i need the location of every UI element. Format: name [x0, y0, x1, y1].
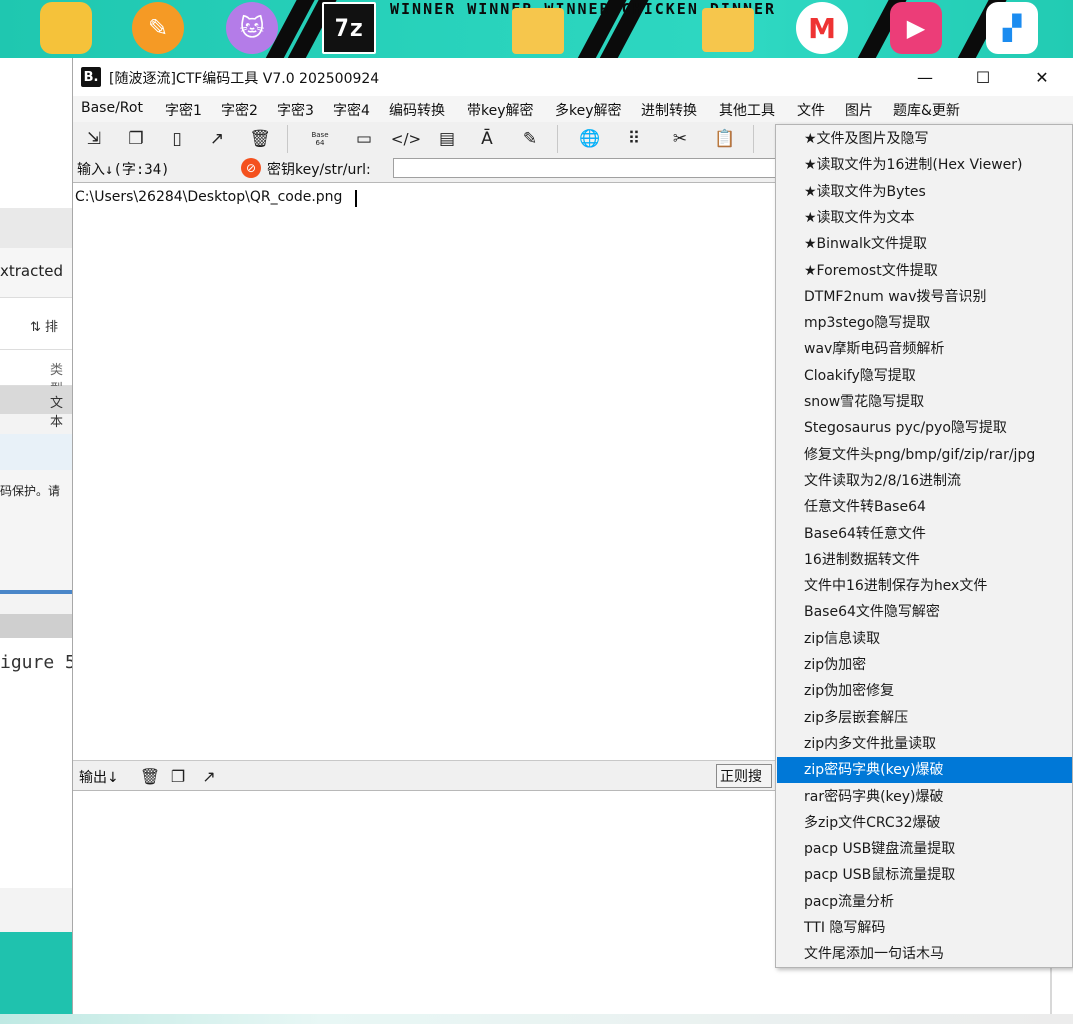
desktop-wallpaper: WINNER WINNER WINNER CHICKEN DINNER ✎ 🐱 …	[0, 0, 1073, 58]
key-label: 密钥key/str/url:	[267, 162, 371, 178]
background-window: xtracted ⇅ 排 类型 文本 码保护。请 igure 5	[0, 58, 72, 1024]
key-input[interactable]	[393, 158, 793, 178]
output-label: 输出↓	[79, 770, 119, 786]
bg-text: xtracted	[0, 262, 63, 280]
maximize-button[interactable]: ☐	[954, 58, 1012, 96]
menu-other-tools[interactable]: 其他工具	[719, 100, 775, 120]
menu-item-18[interactable]: Base64文件隐写解密	[777, 599, 1072, 625]
paste-icon[interactable]: ▯	[164, 126, 190, 152]
7zip-icon[interactable]: 7z	[322, 2, 376, 54]
input-label: 输入↓(字:34)	[77, 162, 170, 178]
edit-icon[interactable]: ✎	[517, 126, 543, 152]
toolbar-separator	[557, 125, 558, 153]
table-icon[interactable]: ▤	[434, 126, 460, 152]
menu-item-30[interactable]: TTI 隐写解码	[777, 915, 1072, 941]
menu-item-3[interactable]: ★读取文件为文本	[777, 205, 1072, 231]
bg-figure-text: igure 5	[0, 652, 72, 673]
copy-icon[interactable]: ❐	[123, 126, 149, 152]
m-app-icon[interactable]: M	[796, 2, 848, 54]
menu-item-0[interactable]: ★文件及图片及隐写	[777, 126, 1072, 152]
menu-zimi1[interactable]: 字密1	[165, 100, 202, 120]
menu-item-22[interactable]: zip多层嵌套解压	[777, 705, 1072, 731]
share-icon[interactable]: ↗	[198, 766, 220, 786]
menu-item-9[interactable]: Cloakify隐写提取	[777, 363, 1072, 389]
menu-zimi4[interactable]: 字密4	[333, 100, 370, 120]
taskbar-edge	[0, 1014, 1073, 1024]
menu-item-21[interactable]: zip伪加密修复	[777, 678, 1072, 704]
close-button[interactable]: ✕	[1013, 58, 1071, 96]
key-icon: ⊘	[241, 158, 261, 178]
pen-icon[interactable]: ✎	[132, 2, 184, 54]
share-icon[interactable]: ↗	[204, 126, 230, 152]
grid-icon[interactable]: ⠿	[621, 126, 647, 152]
menu-item-14[interactable]: 任意文件转Base64	[777, 494, 1072, 520]
menu-item-13[interactable]: 文件读取为2/8/16进制流	[777, 468, 1072, 494]
menu-file[interactable]: 文件	[797, 100, 825, 120]
file-menu-dropdown: ★文件及图片及隐写 ★读取文件为16进制(Hex Viewer) ★读取文件为Byt…	[775, 124, 1073, 968]
clipboard-icon[interactable]: 📋	[712, 126, 738, 152]
menu-item-24[interactable]: zip密码字典(key)爆破	[777, 757, 1072, 784]
menu-item-26[interactable]: 多zip文件CRC32爆破	[777, 810, 1072, 836]
menu-item-5[interactable]: ★Foremost文件提取	[777, 258, 1072, 284]
regex-search-button[interactable]: 正则搜	[716, 764, 772, 788]
menu-encoding[interactable]: 编码转换	[389, 100, 445, 120]
import-icon[interactable]: ⇲	[81, 126, 107, 152]
play-app-icon[interactable]: ▶	[890, 2, 942, 54]
title-bar[interactable]: B. [随波逐流]CTF编码工具 V7.0 202500924 — ☐ ✕	[73, 58, 1073, 96]
menu-item-16[interactable]: 16进制数据转文件	[777, 547, 1072, 573]
menu-item-25[interactable]: rar密码字典(key)爆破	[777, 784, 1072, 810]
menu-item-8[interactable]: wav摩斯电码音频解析	[777, 336, 1072, 362]
font-icon[interactable]: Ā	[474, 126, 500, 152]
base64-icon[interactable]: Base 64	[307, 126, 333, 152]
menu-item-4[interactable]: ★Binwalk文件提取	[777, 231, 1072, 257]
menu-item-6[interactable]: DTMF2num wav拨号音识别	[777, 284, 1072, 310]
menu-item-20[interactable]: zip伪加密	[777, 652, 1072, 678]
menu-radix[interactable]: 进制转换	[641, 100, 697, 120]
menu-question-bank[interactable]: 题库&更新	[893, 100, 960, 120]
bg-sort-label: ⇅ 排	[30, 320, 59, 335]
text-caret	[355, 190, 357, 207]
trash-icon[interactable]: 🗑	[247, 126, 273, 152]
menu-item-10[interactable]: snow雪花隐写提取	[777, 389, 1072, 415]
app-icon: B.	[81, 67, 101, 87]
menu-item-19[interactable]: zip信息读取	[777, 626, 1072, 652]
tools-icon[interactable]: ✂	[667, 126, 693, 152]
bg-message: 码保护。请	[0, 484, 61, 498]
menu-key-decrypt[interactable]: 带key解密	[467, 100, 534, 120]
bg-cell: 文本	[50, 396, 64, 430]
folder-icon[interactable]	[702, 8, 754, 52]
pyscript-icon[interactable]	[40, 2, 92, 54]
menu-item-2[interactable]: ★读取文件为Bytes	[777, 179, 1072, 205]
terminal-icon[interactable]: ▭	[351, 126, 377, 152]
menu-item-17[interactable]: 文件中16进制保存为hex文件	[777, 573, 1072, 599]
menu-item-23[interactable]: zip内多文件批量读取	[777, 731, 1072, 757]
menu-zimi2[interactable]: 字密2	[221, 100, 258, 120]
code-icon[interactable]: </>	[391, 126, 421, 152]
menu-item-11[interactable]: Stegosaurus pyc/pyo隐写提取	[777, 415, 1072, 441]
menu-item-27[interactable]: pacp USB键盘流量提取	[777, 836, 1072, 862]
menu-base-rot[interactable]: Base/Rot	[81, 100, 143, 116]
toolbar-separator	[753, 125, 754, 153]
copy-icon[interactable]: ❐	[167, 766, 189, 786]
menu-item-29[interactable]: pacp流量分析	[777, 889, 1072, 915]
menu-zimi3[interactable]: 字密3	[277, 100, 314, 120]
menu-bar: Base/Rot 字密1 字密2 字密3 字密4 编码转换 带key解密 多ke…	[73, 96, 1073, 122]
menu-item-12[interactable]: 修复文件头png/bmp/gif/zip/rar/jpg	[777, 442, 1072, 468]
menu-item-1[interactable]: ★读取文件为16进制(Hex Viewer)	[777, 152, 1072, 178]
menu-item-28[interactable]: pacp USB鼠标流量提取	[777, 862, 1072, 888]
minimize-button[interactable]: —	[896, 58, 954, 96]
input-text: C:\Users\26284\Desktop\QR_code.png	[75, 189, 343, 205]
cat-icon[interactable]: 🐱	[226, 2, 278, 54]
toolbar-separator	[287, 125, 288, 153]
menu-item-7[interactable]: mp3stego隐写提取	[777, 310, 1072, 336]
folder-icon[interactable]	[512, 8, 564, 54]
globe-icon[interactable]: 🌐	[577, 126, 603, 152]
menu-item-31[interactable]: 文件尾添加一句话木马	[777, 941, 1072, 967]
todesk-icon[interactable]: ▞	[986, 2, 1038, 54]
window-title: [随波逐流]CTF编码工具 V7.0 202500924	[109, 71, 380, 87]
menu-image[interactable]: 图片	[845, 100, 873, 120]
menu-item-15[interactable]: Base64转任意文件	[777, 521, 1072, 547]
trash-icon[interactable]: 🗑	[139, 766, 161, 786]
menu-multikey-decrypt[interactable]: 多key解密	[555, 100, 622, 120]
